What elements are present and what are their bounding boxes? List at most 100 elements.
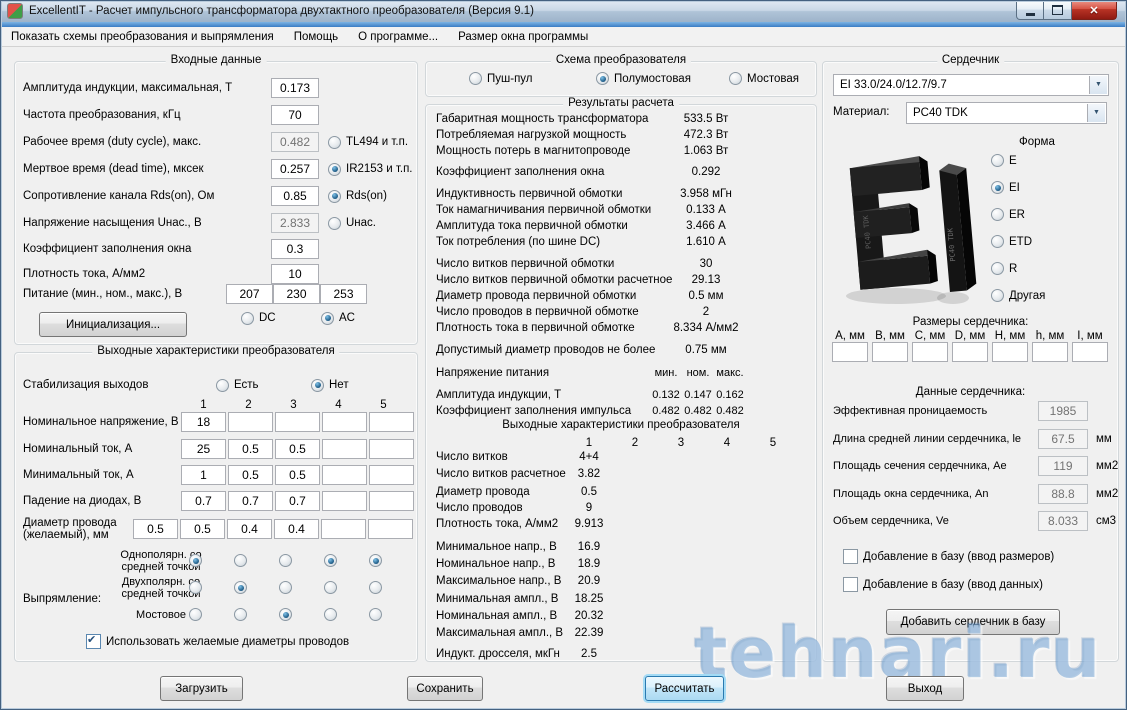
rect-unipolar-3[interactable] — [279, 554, 292, 567]
min-current-4[interactable] — [322, 465, 367, 485]
rds-on-radio[interactable] — [328, 189, 341, 203]
diode-drop-3[interactable] — [275, 491, 320, 511]
nominal-voltage-4[interactable] — [322, 412, 367, 432]
shape-etd-radio[interactable] — [991, 235, 1004, 248]
table-row: Минимальный ток, А — [23, 465, 414, 485]
rect-bipolar-3[interactable] — [279, 581, 292, 594]
nominal-current-3[interactable] — [275, 439, 320, 459]
core-select[interactable]: EI 33.0/24.0/12.7/9.7 ▼ — [833, 74, 1109, 96]
shape-r-radio[interactable] — [991, 262, 1004, 275]
wire-diameter-3[interactable] — [274, 519, 319, 539]
size-d-input[interactable] — [952, 342, 988, 362]
rect-bipolar-4[interactable] — [324, 581, 337, 594]
wire-diameter-1[interactable] — [180, 519, 225, 539]
dead-time-input[interactable] — [271, 159, 319, 179]
supply-max-input[interactable] — [320, 284, 367, 304]
add-to-db-data-checkbox[interactable] — [843, 577, 858, 592]
wire-diameter-0[interactable] — [133, 519, 178, 539]
rect-bridge-4[interactable] — [324, 608, 337, 621]
size-a-input[interactable] — [832, 342, 868, 362]
size-c-input[interactable] — [912, 342, 948, 362]
size-i-input[interactable] — [1072, 342, 1108, 362]
rect-bridge-3[interactable] — [279, 608, 292, 621]
rect-unipolar-2[interactable] — [234, 554, 247, 567]
nominal-voltage-5[interactable] — [369, 412, 414, 432]
diode-drop-5[interactable] — [369, 491, 414, 511]
diode-drop-2[interactable] — [228, 491, 273, 511]
frequency-input[interactable] — [271, 105, 319, 125]
min-current-5[interactable] — [369, 465, 414, 485]
size-h-upper-input[interactable] — [992, 342, 1028, 362]
material-select[interactable]: PC40 TDK ▼ — [906, 102, 1107, 124]
maximize-button[interactable] — [1044, 1, 1072, 20]
unas-radio[interactable] — [328, 216, 341, 230]
dc-radio[interactable] — [241, 311, 254, 325]
size-b-input[interactable] — [872, 342, 908, 362]
rds-on-input[interactable] — [271, 186, 319, 206]
shape-er-radio[interactable] — [991, 208, 1004, 221]
rect-bipolar-2[interactable] — [234, 581, 247, 594]
ac-radio[interactable] — [321, 311, 334, 325]
nominal-current-2[interactable] — [228, 439, 273, 459]
menu-window-size[interactable]: Размер окна программы — [448, 29, 598, 45]
shape-other-label: Другая — [1009, 289, 1046, 302]
diode-drop-4[interactable] — [322, 491, 367, 511]
result-value: 1.610 А — [686, 236, 726, 248]
menu-about[interactable]: О программе... — [348, 29, 448, 45]
rect-unipolar-1[interactable] — [189, 554, 202, 567]
supply-nom-input[interactable] — [273, 284, 320, 304]
shape-e-radio[interactable] — [991, 154, 1004, 167]
min-current-3[interactable] — [275, 465, 320, 485]
nominal-current-4[interactable] — [322, 439, 367, 459]
rect-bridge-5[interactable] — [369, 608, 382, 621]
use-desired-diameters-checkbox[interactable] — [86, 633, 101, 649]
ir2153-radio[interactable] — [328, 162, 341, 176]
wire-diameter-5[interactable] — [368, 519, 413, 539]
window-fill-factor-input[interactable] — [271, 239, 319, 259]
close-button[interactable]: ✕ — [1072, 1, 1117, 20]
menu-help[interactable]: Помощь — [284, 29, 348, 45]
nominal-current-1[interactable] — [181, 439, 226, 459]
size-h-lower-input[interactable] — [1032, 342, 1068, 362]
tl494-radio[interactable] — [328, 135, 341, 149]
initialize-button[interactable]: Инициализация... — [39, 312, 187, 337]
wire-diameter-4[interactable] — [321, 519, 366, 539]
nominal-voltage-1[interactable] — [181, 412, 226, 432]
push-pull-radio[interactable] — [469, 72, 482, 85]
stabilization-yes-radio[interactable] — [216, 378, 229, 392]
save-button[interactable]: Сохранить — [407, 676, 483, 701]
rect-bridge-1[interactable] — [189, 608, 202, 621]
rectification-label: Выпрямление: — [23, 593, 102, 605]
wire-diameter-2[interactable] — [227, 519, 272, 539]
supply-min-input[interactable] — [226, 284, 273, 304]
result-value: 3.466 А — [686, 220, 726, 232]
add-core-button[interactable]: Добавить сердечник в базу — [886, 609, 1060, 635]
bridge-radio[interactable] — [729, 72, 742, 85]
min-current-1[interactable] — [181, 465, 226, 485]
half-bridge-radio[interactable] — [596, 72, 609, 85]
menu-show-schemes[interactable]: Показать схемы преобразования и выпрямле… — [1, 29, 284, 45]
minimize-button[interactable] — [1016, 1, 1044, 20]
result-value: 18.9 — [577, 558, 601, 570]
add-to-db-sizes-checkbox[interactable] — [843, 549, 858, 564]
rect-bipolar-1[interactable] — [189, 581, 202, 594]
shape-other-radio[interactable] — [991, 289, 1004, 302]
rect-bipolar-5[interactable] — [369, 581, 382, 594]
load-button[interactable]: Загрузить — [160, 676, 243, 701]
stabilization-no-radio[interactable] — [311, 378, 324, 392]
min-current-2[interactable] — [228, 465, 273, 485]
nominal-voltage-3[interactable] — [275, 412, 320, 432]
result-label: Коэффициент заполнения окна — [436, 166, 605, 178]
nominal-current-5[interactable] — [369, 439, 414, 459]
rect-unipolar-5[interactable] — [369, 554, 382, 567]
shape-ei-radio[interactable] — [991, 181, 1004, 194]
rect-bridge-2[interactable] — [234, 608, 247, 621]
row-label: Минимальный ток, А — [23, 469, 134, 481]
calculate-button[interactable]: Рассчитать — [645, 676, 724, 701]
exit-button[interactable]: Выход — [886, 676, 964, 701]
induction-amplitude-input[interactable] — [271, 78, 319, 98]
rect-unipolar-4[interactable] — [324, 554, 337, 567]
nominal-voltage-2[interactable] — [228, 412, 273, 432]
diode-drop-1[interactable] — [181, 491, 226, 511]
current-density-input[interactable] — [271, 264, 319, 284]
